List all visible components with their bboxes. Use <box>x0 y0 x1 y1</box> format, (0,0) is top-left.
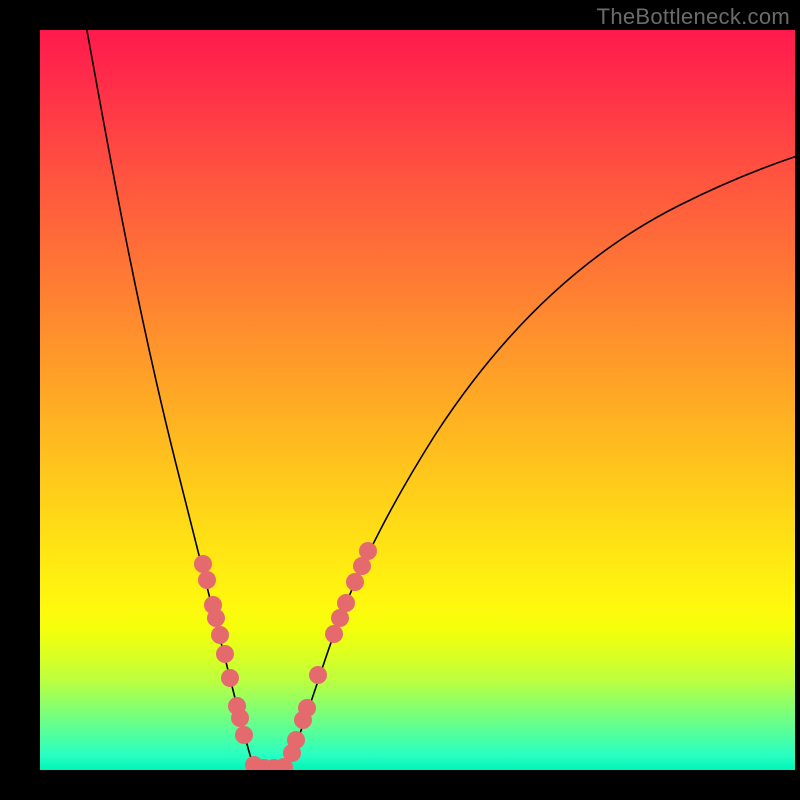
bottleneck-curve <box>40 30 795 770</box>
data-dot <box>337 594 355 612</box>
curve-right-branch <box>286 155 795 768</box>
data-dot <box>216 645 234 663</box>
data-dot <box>221 669 239 687</box>
data-dot <box>211 626 229 644</box>
plot-area <box>40 30 795 770</box>
chart-container: TheBottleneck.com <box>0 0 800 800</box>
data-dot <box>207 609 225 627</box>
watermark-text: TheBottleneck.com <box>597 4 790 30</box>
data-dot <box>198 571 216 589</box>
data-dot <box>235 726 253 744</box>
data-dot <box>287 731 305 749</box>
data-dot <box>298 699 316 717</box>
data-dot <box>231 709 249 727</box>
data-dot <box>194 555 212 573</box>
data-dot <box>325 625 343 643</box>
data-dot <box>346 573 364 591</box>
data-dot <box>359 542 377 560</box>
data-dot <box>309 666 327 684</box>
